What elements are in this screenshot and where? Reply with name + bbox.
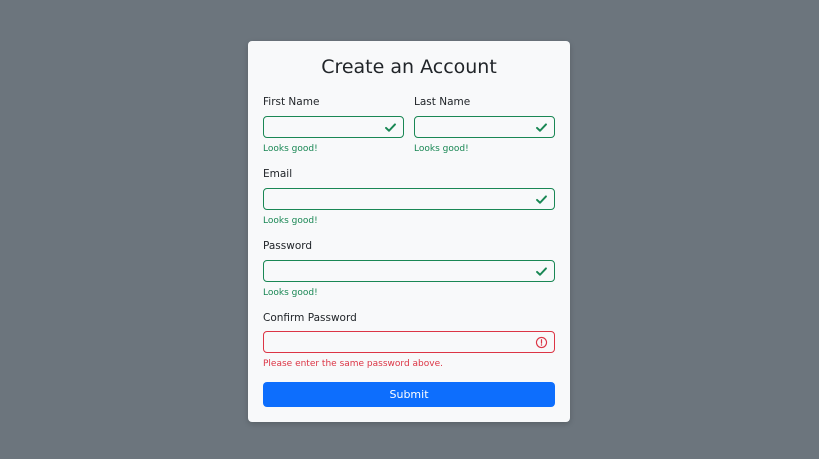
last-name-field: [414, 116, 555, 138]
password-label: Password: [263, 240, 313, 252]
alert-circle-icon: [535, 336, 548, 349]
confirm-password-label: Confirm Password: [263, 312, 357, 324]
signup-card: Create an Account First Name Looks good!…: [248, 41, 570, 422]
last-name-feedback: Looks good!: [414, 144, 469, 154]
check-icon: [536, 123, 547, 132]
confirm-password-input[interactable]: [264, 332, 554, 352]
first-name-field: [263, 116, 404, 138]
first-name-feedback: Looks good!: [263, 144, 318, 154]
check-icon: [536, 195, 547, 204]
submit-button[interactable]: Submit: [263, 382, 555, 407]
form-title: Create an Account: [321, 56, 497, 78]
password-field: [263, 260, 555, 282]
password-feedback: Looks good!: [263, 288, 318, 298]
last-name-input[interactable]: [415, 117, 554, 137]
check-icon: [385, 123, 396, 132]
check-icon: [536, 267, 547, 276]
email-feedback: Looks good!: [263, 216, 318, 226]
confirm-password-field: [263, 331, 555, 353]
last-name-label: Last Name: [414, 96, 471, 108]
first-name-input[interactable]: [264, 117, 403, 137]
email-input[interactable]: [264, 189, 554, 209]
email-field: [263, 188, 555, 210]
password-input[interactable]: [264, 261, 554, 281]
first-name-label: First Name: [263, 96, 320, 108]
email-label: Email: [263, 168, 293, 180]
confirm-password-feedback: Please enter the same password above.: [263, 359, 443, 369]
